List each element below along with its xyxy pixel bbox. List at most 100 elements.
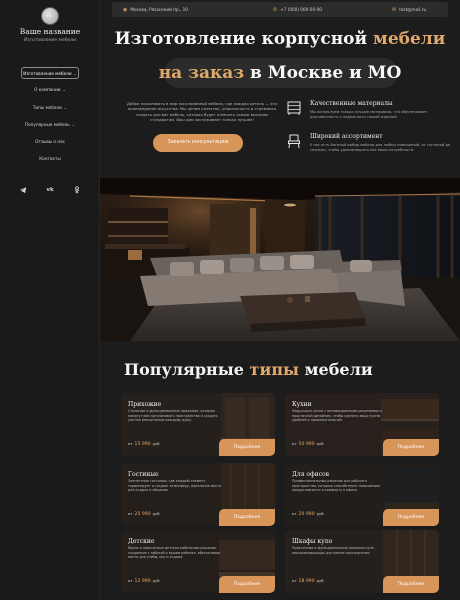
card-title: Детские — [128, 538, 155, 545]
card-title: Для офисов — [292, 471, 330, 478]
hero-title-line1: Изготовление корпусной мебели — [100, 29, 460, 49]
card-title: Прихожие — [128, 401, 162, 408]
address-item[interactable]: ◉ Москва, Рязанский пр., 10 — [123, 7, 188, 13]
card-description: Модульные кухни с инновационными решения… — [292, 409, 382, 423]
dresser-icon — [287, 101, 301, 115]
consultation-button[interactable]: Заказать консультацию — [153, 134, 243, 152]
section-title-text: мебели — [299, 360, 373, 379]
card-price: от 15 990 руб — [128, 441, 160, 447]
price-value: 20 990 — [298, 512, 315, 517]
section-title-text: Популярные — [124, 360, 250, 379]
details-button[interactable]: Подробнее — [219, 576, 275, 593]
sidebar-nav: Изготовление мебели ⌄ О компании ⌄ Типы ме… — [0, 67, 100, 171]
nav-item-about[interactable]: О компании ⌄ — [0, 84, 100, 96]
top-bar: ◉ Москва, Рязанский пр., 10 ✆ +7 (000) 0… — [112, 2, 448, 17]
odnoklassniki-icon[interactable] — [73, 186, 81, 194]
price-currency: руб — [152, 441, 160, 446]
chevron-down-icon: ⌄ — [62, 87, 66, 93]
hero-title-text: Изготовление корпусной — [114, 29, 374, 49]
nav-label: Изготовление мебели — [23, 71, 72, 76]
card-price: от 18 990 руб — [292, 578, 324, 584]
phone-item[interactable]: ✆ +7 (000) 000-00-00 — [273, 7, 322, 13]
feature-title: Качественные материалы — [310, 100, 393, 107]
main-content: ◉ Москва, Рязанский пр., 10 ✆ +7 (000) 0… — [100, 0, 460, 600]
living-room-image — [100, 178, 460, 341]
mail-icon: ✉ — [392, 6, 397, 13]
price-value: 18 990 — [298, 579, 315, 584]
card-title: Кухни — [292, 401, 312, 408]
card-description: Профессиональные решения для рабочего пр… — [292, 479, 380, 493]
chevron-down-icon: ⌄ — [73, 71, 77, 76]
hero-title-accent: мебели — [373, 29, 446, 49]
nav-item-popular[interactable]: Популярные мебель ⌄ — [0, 119, 100, 131]
nav-label: О компании — [34, 87, 61, 93]
price-prefix: от — [292, 578, 297, 583]
email-text: test@mail.ru — [399, 7, 427, 12]
email-item[interactable]: ✉ test@mail.ru — [392, 7, 426, 13]
logo-icon[interactable] — [41, 7, 59, 25]
furniture-card-offices[interactable]: Для офисов Профессиональные решения для … — [285, 463, 439, 526]
card-price: от 12 990 руб — [128, 578, 160, 584]
details-button[interactable]: Подробнее — [383, 439, 439, 456]
price-prefix: от — [292, 441, 297, 446]
furniture-card-kitchens[interactable]: Кухни Модульные кухни с инновационными р… — [285, 393, 439, 456]
brand-subtitle: Изготовление мебели — [23, 38, 77, 43]
chevron-down-icon: ⌄ — [71, 121, 76, 127]
price-value: 15 990 — [134, 442, 151, 447]
price-currency: руб — [316, 441, 324, 446]
price-currency: руб — [316, 578, 324, 583]
price-value: 25 990 — [134, 512, 151, 517]
price-prefix: от — [128, 578, 133, 583]
details-button[interactable]: Подробнее — [383, 509, 439, 526]
furniture-card-wardrobes[interactable]: Шкафы купе Практичные и функциональные р… — [285, 530, 439, 593]
vk-icon[interactable]: vk — [46, 186, 54, 194]
price-currency: руб — [152, 511, 160, 516]
nav-label: Популярные мебель — [24, 121, 70, 127]
feature-text: У нас есть богатый выбор мебели для любы… — [310, 143, 451, 152]
feature-text: Мы используем только лучшие материалы, ч… — [310, 110, 428, 119]
hero-intro-text: Добро пожаловать в мир эксклюзивной мебе… — [127, 101, 277, 123]
section-title-accent: типы — [249, 360, 300, 379]
card-description: Яркие и практичные детская мебельные реш… — [128, 546, 220, 560]
price-value: 50 990 — [298, 442, 315, 447]
hero-title-accent: на заказ — [158, 63, 245, 83]
popular-section-title: Популярные типы мебели — [124, 360, 373, 379]
brand-title: Ваше название — [19, 27, 81, 36]
nav-item-types[interactable]: Типы мебели ⌄ — [0, 102, 100, 114]
card-description: Практичные и функциональные решения купе… — [292, 546, 375, 555]
price-currency: руб — [316, 511, 324, 516]
phone-text: +7 (000) 000-00-00 — [280, 7, 322, 12]
price-prefix: от — [128, 441, 133, 446]
card-description: Элегантные гостиные, где каждый элемент … — [128, 479, 222, 493]
phone-icon: ✆ — [273, 6, 278, 13]
address-text: Москва, Рязанский пр., 10 — [130, 7, 188, 12]
nav-item-manufacturing[interactable]: Изготовление мебели ⌄ — [21, 67, 79, 79]
price-prefix: от — [128, 511, 133, 516]
price-currency: руб — [152, 578, 160, 583]
social-links: vk — [0, 186, 100, 194]
details-button[interactable]: Подробнее — [219, 439, 275, 456]
hero-title-text: в Москве и МО — [244, 63, 402, 83]
card-price: от 25 990 руб — [128, 511, 160, 517]
details-button[interactable]: Подробнее — [219, 509, 275, 526]
location-pin-icon: ◉ — [123, 6, 128, 13]
chair-icon — [288, 134, 300, 149]
feature-title: Широкий ассортимент — [310, 133, 383, 140]
details-button[interactable]: Подробнее — [383, 576, 439, 593]
price-prefix: от — [292, 511, 297, 516]
telegram-icon[interactable] — [19, 186, 27, 194]
card-price: от 50 990 руб — [292, 441, 324, 447]
hero-title-line2: на заказ в Москве и МО — [100, 63, 460, 83]
furniture-card-kids[interactable]: Детские Яркие и практичные детская мебел… — [121, 530, 275, 593]
nav-item-contacts[interactable]: Контакты — [0, 153, 100, 165]
card-description: Стильные и функциональные прихожие, кото… — [128, 409, 218, 423]
card-title: Гостиные — [128, 471, 159, 478]
furniture-card-living-rooms[interactable]: Гостиные Элегантные гостиные, где каждый… — [121, 463, 275, 526]
price-value: 12 990 — [134, 579, 151, 584]
nav-label: Отзывы о нас — [35, 139, 65, 145]
chevron-down-icon: ⌄ — [63, 104, 68, 110]
furniture-card-hallways[interactable]: Прихожие Стильные и функциональные прихо… — [121, 393, 275, 456]
sidebar: Ваше название Изготовление мебели Изгото… — [0, 0, 100, 600]
nav-item-reviews[interactable]: Отзывы о нас — [0, 136, 100, 148]
card-title: Шкафы купе — [292, 538, 333, 545]
